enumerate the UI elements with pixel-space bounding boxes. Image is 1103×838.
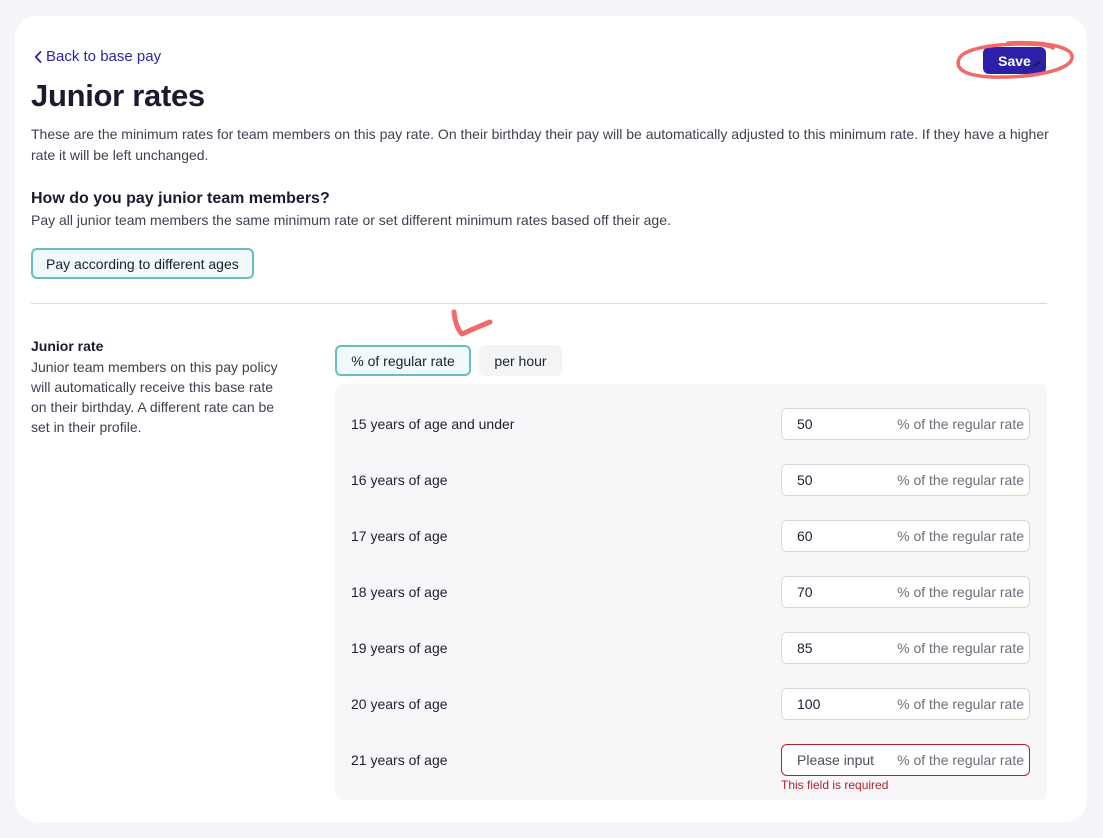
rate-field: % of the regular rate xyxy=(781,688,1030,720)
rate-input-17[interactable] xyxy=(797,528,897,544)
rate-input-19[interactable] xyxy=(797,640,897,656)
rate-row-label: 21 years of age xyxy=(351,752,448,768)
tab-per-hour[interactable]: per hour xyxy=(479,345,562,376)
rate-row-label: 16 years of age xyxy=(351,472,448,488)
back-link-label: Back to base pay xyxy=(46,48,162,65)
pay-method-heading: How do you pay junior team members? xyxy=(31,190,330,207)
rates-panel: 15 years of age and under % of the regul… xyxy=(335,384,1047,800)
table-row: 18 years of age % of the regular rate xyxy=(335,576,1047,608)
rate-row-label: 19 years of age xyxy=(351,640,448,656)
page-title: Junior rates xyxy=(31,78,205,113)
rate-input-15-under[interactable] xyxy=(797,416,897,432)
rate-input-21[interactable] xyxy=(797,752,897,768)
rate-suffix: % of the regular rate xyxy=(897,472,1024,488)
page-intro: These are the minimum rates for team mem… xyxy=(31,126,1049,163)
rate-suffix: % of the regular rate xyxy=(897,640,1024,656)
pay-method-select[interactable]: Pay according to different ages xyxy=(31,248,254,279)
rate-field: % of the regular rate xyxy=(781,632,1030,664)
rate-field: % of the regular rate xyxy=(781,408,1030,440)
rate-field: % of the regular rate xyxy=(781,520,1030,552)
rate-row-label: 18 years of age xyxy=(351,584,448,600)
chevron-left-icon xyxy=(34,50,42,63)
rate-suffix: % of the regular rate xyxy=(897,752,1024,768)
rate-field: % of the regular rate xyxy=(781,464,1030,496)
table-row: 21 years of age % of the regular rate xyxy=(335,744,1047,776)
table-row: 20 years of age % of the regular rate xyxy=(335,688,1047,720)
rate-input-18[interactable] xyxy=(797,584,897,600)
rate-suffix: % of the regular rate xyxy=(897,416,1024,432)
tab-percent-of-regular-rate[interactable]: % of regular rate xyxy=(335,345,471,376)
rate-suffix: % of the regular rate xyxy=(897,528,1024,544)
required-field-error: This field is required xyxy=(781,778,889,792)
rate-field: % of the regular rate xyxy=(781,576,1030,608)
section-divider xyxy=(31,303,1047,304)
rate-suffix: % of the regular rate xyxy=(897,696,1024,712)
junior-rate-description: Junior team members on this pay policy w… xyxy=(31,359,278,435)
table-row: 16 years of age % of the regular rate xyxy=(335,464,1047,496)
save-button[interactable]: Save xyxy=(983,47,1046,74)
rate-field-error: % of the regular rate xyxy=(781,744,1030,776)
pay-method-description: Pay all junior team members the same min… xyxy=(31,212,671,228)
rate-row-label: 15 years of age and under xyxy=(351,416,515,432)
rate-suffix: % of the regular rate xyxy=(897,584,1024,600)
table-row: 17 years of age % of the regular rate xyxy=(335,520,1047,552)
table-row: 15 years of age and under % of the regul… xyxy=(335,408,1047,440)
junior-rate-title: Junior rate xyxy=(31,338,104,354)
rate-row-label: 20 years of age xyxy=(351,696,448,712)
back-to-base-pay-link[interactable]: Back to base pay xyxy=(34,48,161,65)
rate-row-label: 17 years of age xyxy=(351,528,448,544)
table-row: 19 years of age % of the regular rate xyxy=(335,632,1047,664)
rate-input-16[interactable] xyxy=(797,472,897,488)
rate-input-20[interactable] xyxy=(797,696,897,712)
